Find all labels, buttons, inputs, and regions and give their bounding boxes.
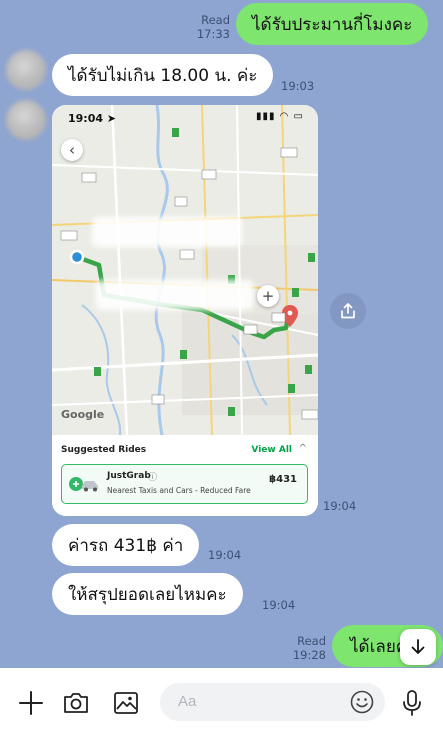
message-text: ค่ารถ 431฿ ค่า: [68, 535, 184, 556]
arrow-down-glyph: [411, 639, 425, 654]
ride-option-justgrab[interactable]: JustGrab ⓘ Nearest Taxis and Cars - Redu…: [61, 464, 308, 504]
message-time: 19:04: [208, 548, 242, 562]
message-time: 19:28: [292, 648, 326, 662]
incoming-message[interactable]: ค่ารถ 431฿ ค่า: [52, 524, 200, 566]
mic-icon[interactable]: [398, 689, 426, 717]
message-input[interactable]: Aa: [160, 683, 385, 721]
share-glyph: [341, 303, 355, 319]
chevron-up-icon[interactable]: ^: [299, 443, 307, 454]
message-composer-bar: Aa: [0, 668, 443, 731]
map-graphic: [52, 105, 318, 435]
map-screenshot-card[interactable]: 19:04 ➤ ▮▮▮ ◠ ▭ ‹ + Google Suggested Rid…: [52, 105, 318, 516]
sender-avatar[interactable]: [6, 50, 46, 90]
status-time: 19:04 ➤: [68, 112, 117, 125]
message-text: ได้รับไม่เกิน 18.00 น. ค่ะ: [68, 65, 258, 86]
message-meta: Read 17:33: [190, 13, 230, 41]
outgoing-message[interactable]: ได้รับประมานกี่โมงคะ: [236, 3, 429, 45]
message-meta: Read 19:28: [286, 634, 326, 662]
blurred-place-label: [92, 217, 242, 247]
info-icon[interactable]: ⓘ: [148, 470, 157, 483]
signal-wifi-battery-icon: ▮▮▮ ◠ ▭: [255, 111, 304, 122]
incoming-message[interactable]: ให้สรุปยอดเลยไหมคะ: [52, 573, 243, 615]
arrow-down-icon[interactable]: [400, 629, 436, 665]
message-time: 17:33: [196, 27, 230, 41]
chat-area[interactable]: Read 17:33 ได้รับประมานกี่โมงคะ ได้รับไม…: [0, 0, 443, 668]
message-text: ได้รับประมานกี่โมงคะ: [252, 14, 413, 35]
plus-icon[interactable]: [17, 689, 45, 717]
phone-status-bar: 19:04 ➤ ▮▮▮ ◠ ▭: [52, 105, 318, 131]
read-receipt: Read: [297, 634, 326, 648]
suggested-rides-title: Suggested Rides: [61, 445, 147, 455]
view-all-link[interactable]: View All: [251, 445, 292, 455]
ride-name: JustGrab: [107, 471, 151, 481]
back-chevron-icon[interactable]: ‹: [61, 139, 83, 161]
ride-price: ฿431: [269, 474, 297, 485]
camera-icon[interactable]: [62, 689, 90, 717]
location-arrow-icon: ➤: [106, 112, 117, 125]
google-logo: Google: [61, 408, 105, 421]
sender-avatar[interactable]: [6, 100, 46, 140]
message-text: ได้เลยค่: [350, 636, 408, 657]
ride-description: Nearest Taxis and Cars - Reduced Fare: [107, 486, 251, 495]
car-icon: [69, 477, 98, 492]
map-image: 19:04 ➤ ▮▮▮ ◠ ▭ ‹ + Google: [52, 105, 318, 435]
blurred-place-label: [96, 280, 254, 310]
message-time: 19:03: [281, 79, 315, 93]
zoom-plus-icon[interactable]: +: [257, 285, 279, 307]
message-text: ให้สรุปยอดเลยไหมคะ: [68, 584, 227, 605]
suggested-rides-panel: Suggested Rides View All ^ JustGrab ⓘ Ne…: [52, 435, 318, 516]
message-time: 19:04: [262, 598, 296, 612]
message-time: 19:04: [323, 499, 357, 513]
share-icon[interactable]: [330, 293, 366, 329]
read-receipt: Read: [201, 13, 230, 27]
input-placeholder: Aa: [178, 693, 197, 710]
incoming-message[interactable]: ได้รับไม่เกิน 18.00 น. ค่ะ: [52, 54, 274, 96]
emoji-icon[interactable]: [349, 689, 375, 715]
image-icon[interactable]: [112, 689, 140, 717]
